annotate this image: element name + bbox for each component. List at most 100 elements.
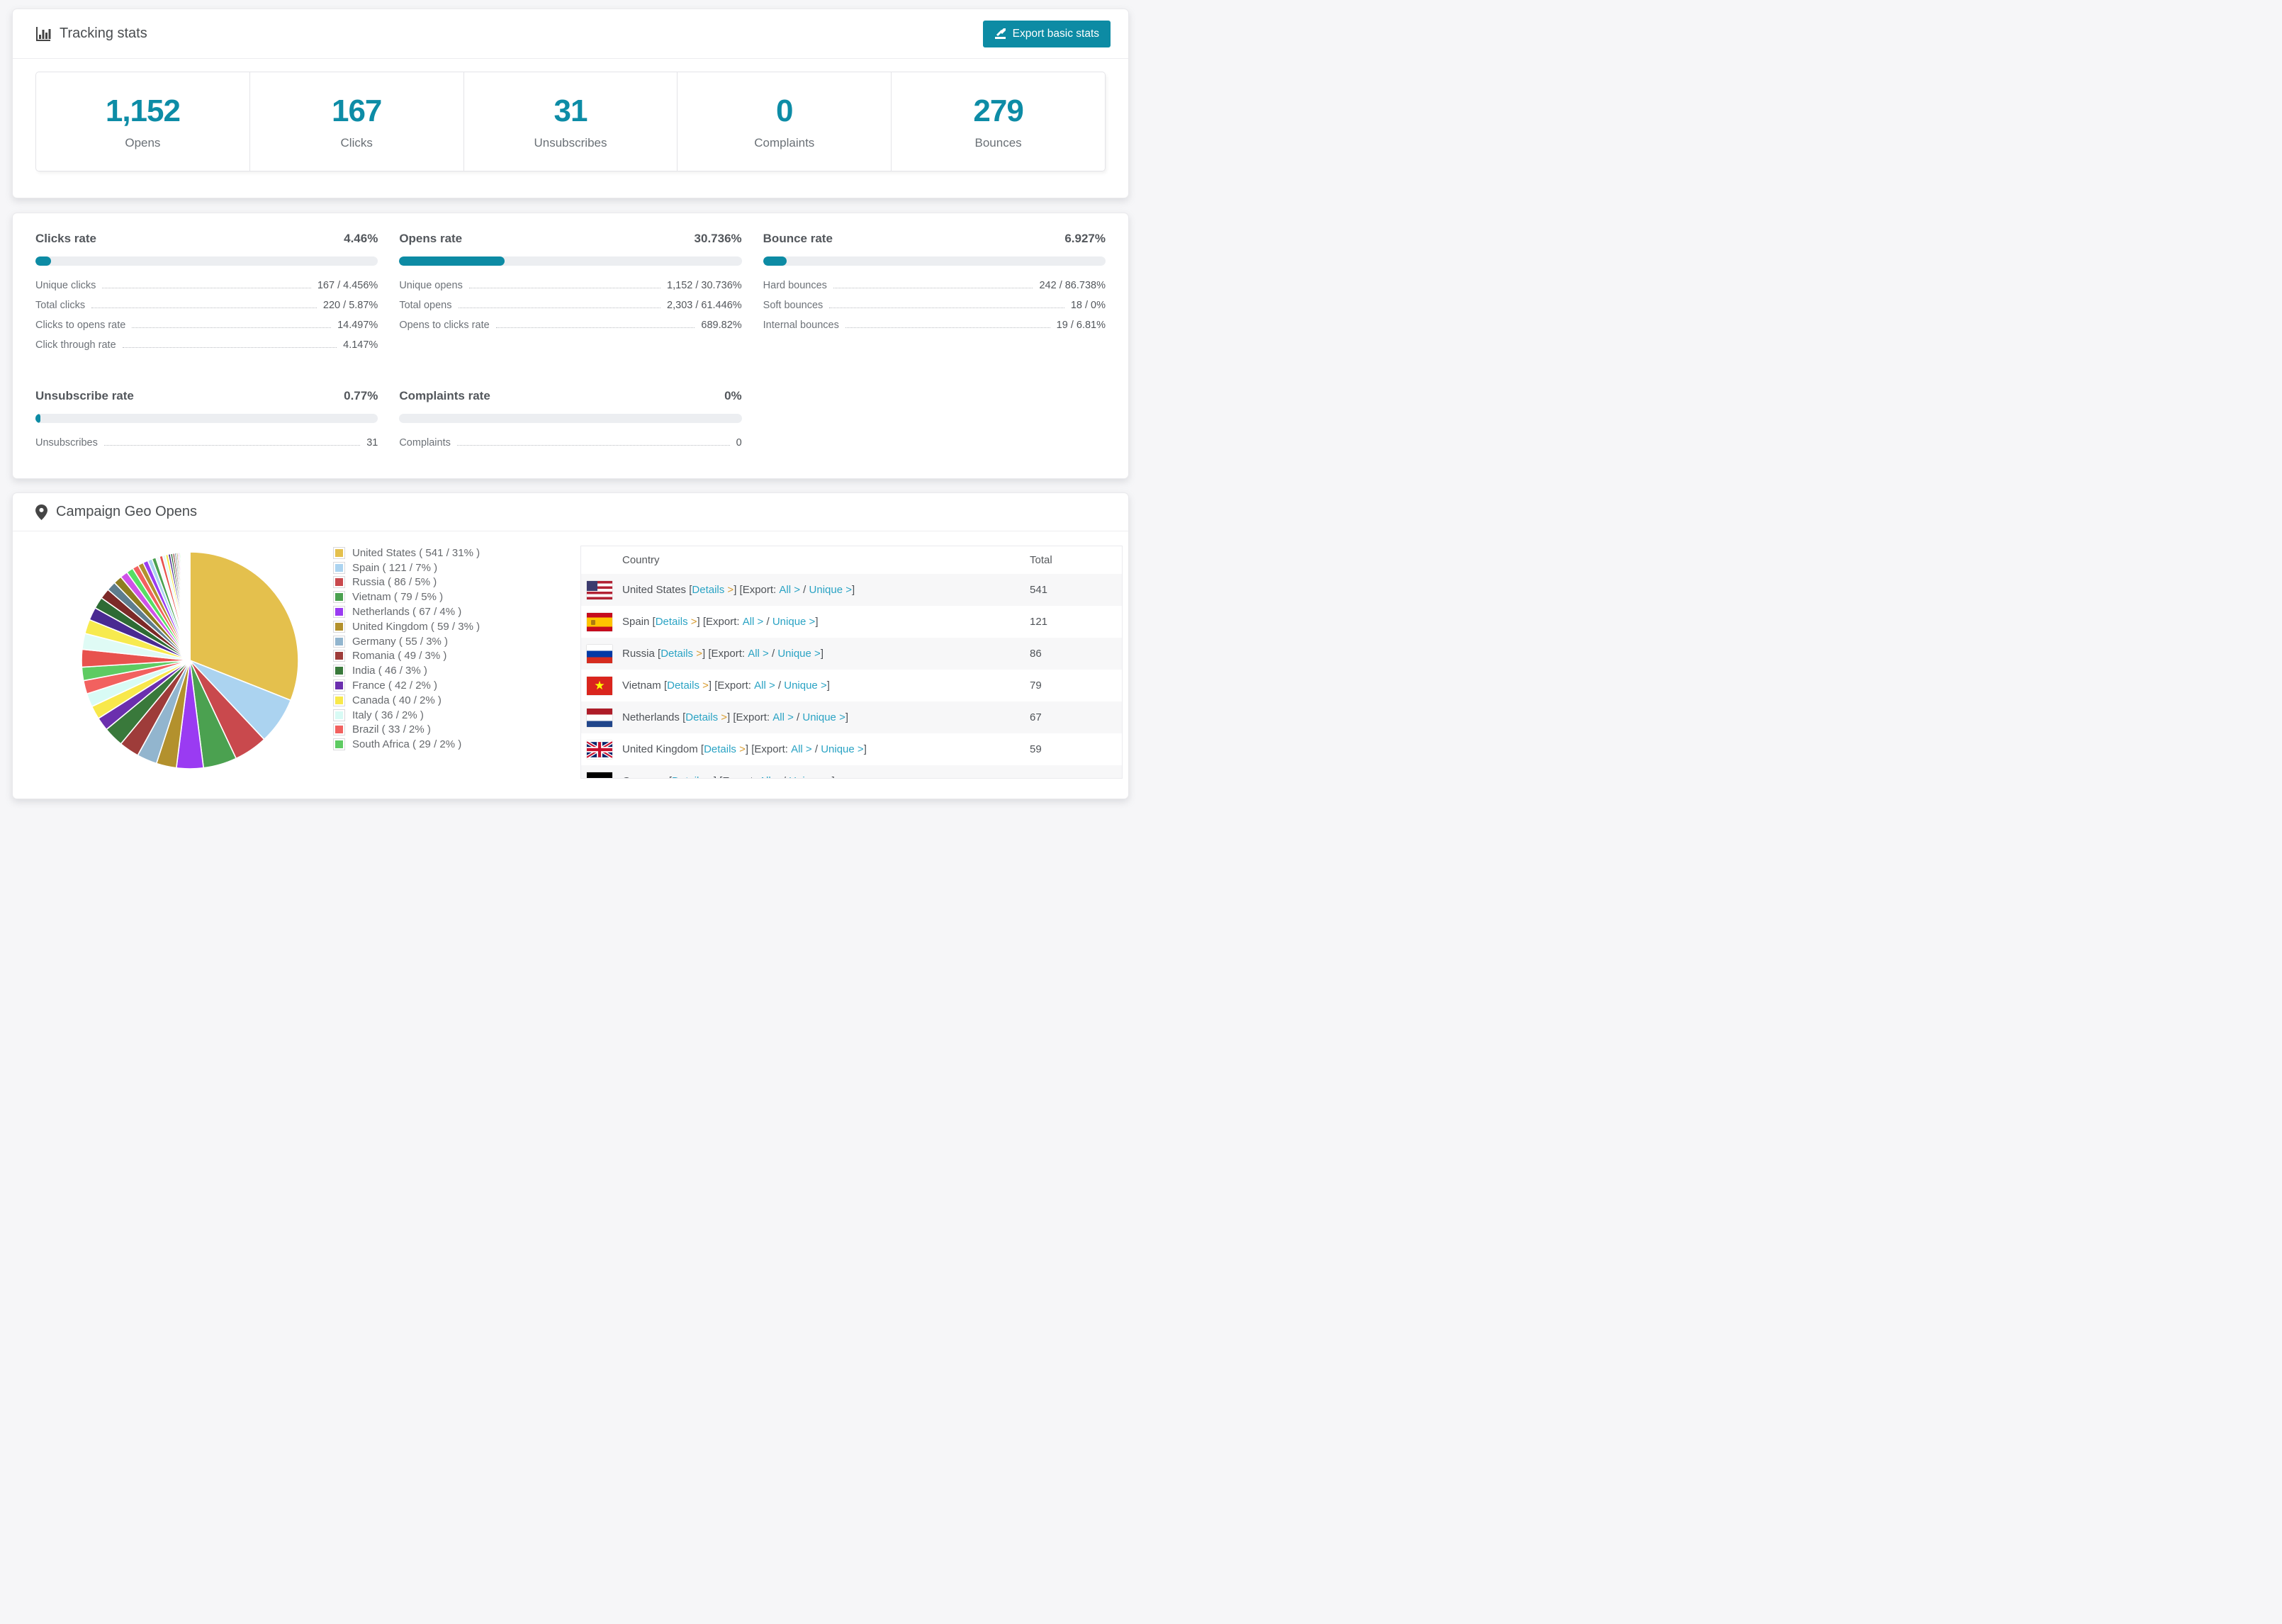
legend-item[interactable]: France ( 42 / 2% ) xyxy=(333,678,480,693)
country-cell: Germany [Details >] [Export: All > / Uni… xyxy=(581,772,1030,778)
export-unique-link[interactable]: Unique > xyxy=(809,584,852,596)
export-all-link[interactable]: All > xyxy=(772,711,794,723)
geo-title: Campaign Geo Opens xyxy=(56,504,198,519)
rate-section: Opens rate 30.736% Unique opens 1,152 / 30.… xyxy=(399,232,742,359)
export-unique-link[interactable]: Unique > xyxy=(789,775,831,778)
details-link[interactable]: Details > xyxy=(656,616,697,628)
page-title: Tracking stats xyxy=(60,26,147,41)
geo-title-group: Campaign Geo Opens xyxy=(35,504,197,520)
export-unique-link[interactable]: Unique > xyxy=(802,711,845,723)
rate-stat-value: 4.147% xyxy=(343,339,378,351)
country-links: [Details >] [Export: All > / Unique >] xyxy=(682,711,849,723)
geo-body: United States ( 541 / 31% ) Spain ( 121 /… xyxy=(13,531,1128,788)
rate-stat-label: Unsubscribes xyxy=(35,437,98,449)
legend-color-swatch xyxy=(333,738,345,751)
rate-stat-label: Total opens xyxy=(399,300,452,311)
caret-icon: > xyxy=(784,711,794,723)
legend-label: Romania ( 49 / 3% ) xyxy=(352,650,447,662)
rate-section: Complaints rate 0% Complaints 0 xyxy=(399,389,742,457)
legend-item[interactable]: United Kingdom ( 59 / 3% ) xyxy=(333,619,480,634)
rate-stat-row: Unique clicks 167 / 4.456% xyxy=(35,280,378,300)
legend-item[interactable]: South Africa ( 29 / 2% ) xyxy=(333,737,480,752)
rate-section: Unsubscribe rate 0.77% Unsubscribes 31 xyxy=(35,389,378,457)
legend-item[interactable]: Netherlands ( 67 / 4% ) xyxy=(333,604,480,619)
caret-icon: > xyxy=(736,743,746,755)
geo-table-row: ★ Vietnam [Details >] [Export: All > / Un… xyxy=(581,670,1122,701)
legend-item[interactable]: India ( 46 / 3% ) xyxy=(333,663,480,678)
legend-item[interactable]: Brazil ( 33 / 2% ) xyxy=(333,723,480,738)
country-links: [Details >] [Export: All > / Unique >] xyxy=(658,648,824,660)
legend-label: Spain ( 121 / 7% ) xyxy=(352,561,438,574)
rate-stat-value: 220 / 5.87% xyxy=(322,300,378,311)
rate-title: Unsubscribe rate xyxy=(35,389,134,402)
legend-item[interactable]: Canada ( 40 / 2% ) xyxy=(333,693,480,708)
export-all-link[interactable]: All > xyxy=(779,584,800,596)
summary-stats-row: 1,152 Opens 167 Clicks 31 Unsubscribes 0 Compla… xyxy=(35,72,1106,171)
export-unique-link[interactable]: Unique > xyxy=(777,648,820,660)
legend-item[interactable]: United States ( 541 / 31% ) xyxy=(333,546,480,560)
export-all-link[interactable]: All > xyxy=(791,743,812,755)
export-all-link[interactable]: All > xyxy=(754,680,775,692)
rate-stat-label: Complaints xyxy=(399,437,451,449)
rate-stat-value: 14.497% xyxy=(337,320,378,331)
rate-stat-row: Soft bounces 18 / 0% xyxy=(763,300,1106,320)
legend-color-swatch xyxy=(333,576,345,589)
export-unique-link[interactable]: Unique > xyxy=(821,743,863,755)
geo-table-scroll-container[interactable]: Country Total United States [Details >] … xyxy=(580,546,1123,779)
caret-icon: > xyxy=(811,648,821,660)
rate-stat-value: 31 xyxy=(366,437,378,449)
summary-stat-value: 1,152 xyxy=(105,93,181,128)
geo-table-header-total: Total xyxy=(1030,554,1052,566)
export-all-link[interactable]: All > xyxy=(743,616,764,628)
country-name: Vietnam xyxy=(622,680,664,692)
summary-stat-label: Clicks xyxy=(340,135,373,150)
legend-item[interactable]: Germany ( 55 / 3% ) xyxy=(333,634,480,649)
details-link[interactable]: Details > xyxy=(692,584,734,596)
dotted-leader xyxy=(845,327,1050,328)
export-unique-link[interactable]: Unique > xyxy=(772,616,815,628)
legend-color-swatch xyxy=(333,680,345,692)
dotted-leader xyxy=(122,347,337,348)
details-link[interactable]: Details > xyxy=(661,648,702,660)
caret-icon: > xyxy=(771,775,780,778)
legend-label: Russia ( 86 / 5% ) xyxy=(352,576,437,589)
details-link[interactable]: Details > xyxy=(672,775,714,778)
country-total: 86 xyxy=(1030,638,1122,670)
rate-stat-label: Unique opens xyxy=(399,280,463,291)
legend-item[interactable]: Russia ( 86 / 5% ) xyxy=(333,575,480,590)
legend-item[interactable]: Italy ( 36 / 2% ) xyxy=(333,708,480,723)
export-all-link[interactable]: All > xyxy=(748,648,769,660)
export-basic-stats-button[interactable]: Export basic stats xyxy=(982,20,1111,47)
rate-stat-value: 242 / 86.738% xyxy=(1039,280,1106,291)
de-flag-icon xyxy=(587,772,612,778)
legend-item[interactable]: Vietnam ( 79 / 5% ) xyxy=(333,590,480,604)
legend-item[interactable]: Spain ( 121 / 7% ) xyxy=(333,560,480,575)
details-link[interactable]: Details > xyxy=(685,711,727,723)
rate-progress-bar xyxy=(399,256,742,266)
rate-progress-bar xyxy=(35,414,378,423)
details-link[interactable]: Details > xyxy=(667,680,709,692)
rate-stat-row: Unique opens 1,152 / 30.736% xyxy=(399,280,741,300)
legend-item[interactable]: Romania ( 49 / 3% ) xyxy=(333,649,480,664)
rate-stat-value: 19 / 6.81% xyxy=(1056,320,1106,331)
export-all-link[interactable]: All > xyxy=(759,775,780,778)
legend-label: Vietnam ( 79 / 5% ) xyxy=(352,591,444,604)
country-total: 59 xyxy=(1030,733,1122,765)
details-link[interactable]: Details > xyxy=(704,743,746,755)
legend-label: Netherlands ( 67 / 4% ) xyxy=(352,606,462,619)
summary-stat-label: Unsubscribes xyxy=(534,135,607,150)
rate-stat-row: Clicks to opens rate 14.497% xyxy=(35,320,378,339)
caret-icon: > xyxy=(806,616,816,628)
ru-flag-icon xyxy=(587,644,612,663)
legend-color-swatch xyxy=(333,606,345,619)
caret-icon: > xyxy=(724,584,734,596)
country-links: [Details >] [Export: All > / Unique >] xyxy=(652,616,819,628)
dotted-leader xyxy=(132,327,332,328)
legend-label: South Africa ( 29 / 2% ) xyxy=(352,738,462,751)
rate-stat-row: Internal bounces 19 / 6.81% xyxy=(763,320,1106,339)
caret-icon: > xyxy=(817,680,827,692)
export-unique-link[interactable]: Unique > xyxy=(784,680,826,692)
country-cell: Russia [Details >] [Export: All > / Uniq… xyxy=(581,644,1030,663)
geo-table-row: Russia [Details >] [Export: All > / Uniq… xyxy=(581,638,1122,670)
geo-opens-pie-chart[interactable] xyxy=(77,546,303,772)
